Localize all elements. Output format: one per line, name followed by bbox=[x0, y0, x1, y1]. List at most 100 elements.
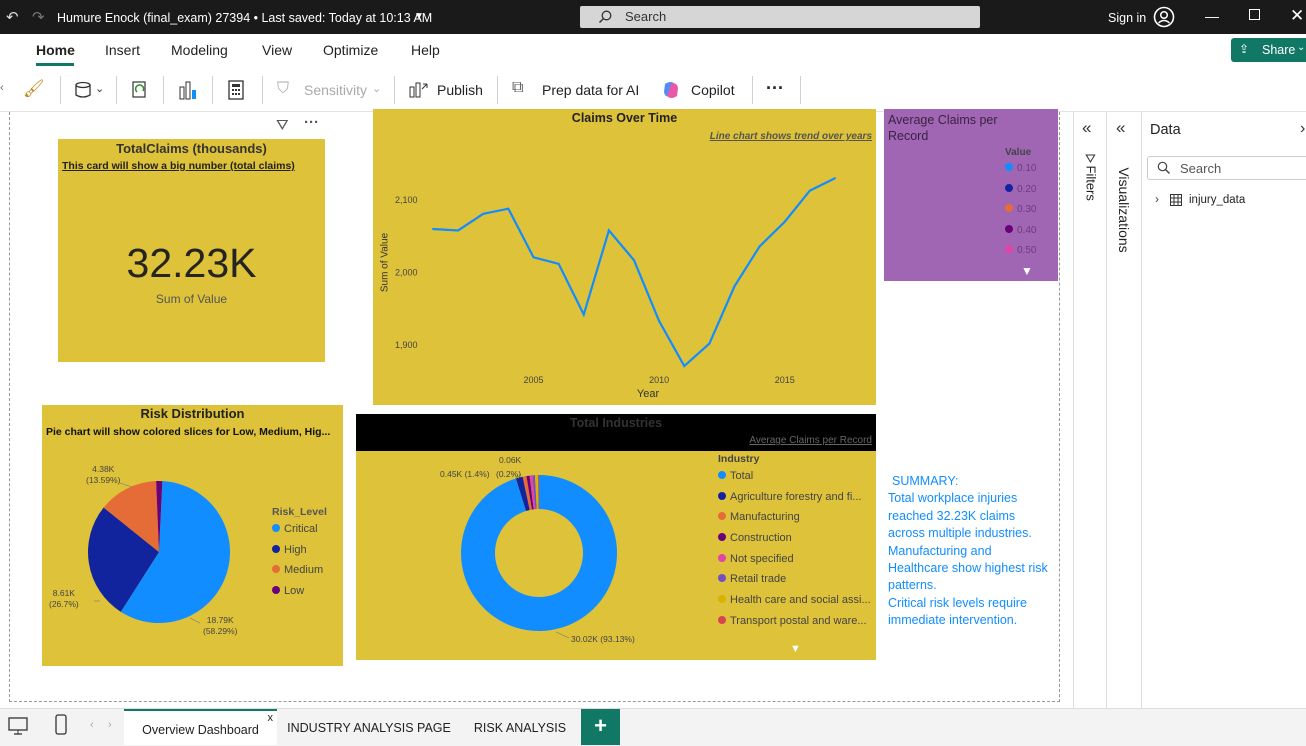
share-button[interactable]: ⇪ Share ⌄ bbox=[1231, 38, 1306, 62]
donut-label-small3: 0.06K bbox=[499, 455, 522, 465]
publish-button[interactable]: Publish bbox=[437, 82, 483, 98]
risk-distribution-chart[interactable]: Risk Distribution Pie chart will show co… bbox=[42, 405, 343, 666]
close-tab-icon[interactable]: x bbox=[268, 712, 274, 724]
avg-legend-label: 0.20 bbox=[1017, 183, 1037, 195]
refresh-icon[interactable] bbox=[130, 80, 150, 100]
collapse-viz-icon[interactable]: « bbox=[1116, 118, 1125, 138]
copilot-button[interactable]: Copilot bbox=[691, 82, 735, 98]
redo-icon[interactable]: ↷ bbox=[32, 8, 45, 26]
legend-item[interactable]: Health care and social assi... bbox=[718, 594, 871, 615]
ribbon-left-chevron-icon[interactable]: ‹ bbox=[0, 82, 4, 94]
avg-legend-item[interactable]: 0.30 bbox=[1005, 204, 1036, 225]
menu-home[interactable]: Home bbox=[36, 42, 75, 58]
prep-data-icon[interactable]: ⧉ bbox=[512, 79, 523, 97]
legend-item[interactable]: Low bbox=[272, 585, 323, 606]
search-box[interactable]: Search bbox=[580, 6, 980, 28]
legend-item[interactable]: Not specified bbox=[718, 553, 871, 574]
new-visual-icon[interactable] bbox=[178, 79, 198, 101]
prep-data-ai-button[interactable]: Prep data for AI bbox=[542, 82, 639, 98]
avg-legend-item[interactable]: 0.20 bbox=[1005, 183, 1037, 205]
line-data-point bbox=[783, 220, 786, 223]
legend-item[interactable]: Manufacturing bbox=[718, 511, 871, 532]
legend-label: Medium bbox=[284, 564, 324, 576]
minimize-icon[interactable]: — bbox=[1205, 8, 1219, 24]
claims-over-time-chart[interactable]: Claims Over Time Line chart shows trend … bbox=[373, 109, 876, 405]
copilot-icon[interactable] bbox=[661, 80, 681, 100]
avg-legend-label: 0.50 bbox=[1017, 245, 1037, 256]
add-page-button[interactable]: + bbox=[581, 709, 620, 745]
x-tick-label: 2015 bbox=[775, 375, 795, 385]
legend-label: Construction bbox=[730, 532, 792, 545]
menu-insert[interactable]: Insert bbox=[105, 42, 140, 58]
calculator-icon[interactable] bbox=[228, 80, 244, 100]
desktop-view-icon[interactable] bbox=[8, 717, 28, 735]
total-industries-chart[interactable]: Total Industries Average Claims per Reco… bbox=[356, 414, 876, 660]
expand-table-chevron-icon[interactable]: › bbox=[1155, 192, 1159, 206]
close-data-pane-icon[interactable]: › bbox=[1300, 120, 1305, 138]
donut-label-small1: 0.45K (1.4%) bbox=[440, 469, 490, 479]
total-claims-card[interactable]: TotalClaims (thousands) This card will s… bbox=[58, 139, 325, 362]
prev-page-icon[interactable]: ‹ bbox=[90, 719, 94, 731]
data-pane[interactable]: Data › Search › injury_data bbox=[1141, 112, 1306, 708]
separator bbox=[752, 76, 753, 104]
avg-legend-item[interactable]: 0.50 bbox=[1005, 245, 1036, 266]
donut-label-small2: (0.2%) bbox=[496, 469, 522, 479]
sensitivity-icon: ⛉ bbox=[277, 80, 290, 97]
summary-line: SUMMARY: bbox=[892, 474, 959, 488]
donut-legend-title: Industry bbox=[718, 453, 760, 465]
sign-in-link[interactable]: Sign in bbox=[1108, 11, 1146, 25]
medium-value: 4.38K bbox=[92, 464, 115, 474]
filters-pane[interactable]: « ⛛ Filters bbox=[1073, 112, 1106, 708]
close-icon[interactable]: ✕ bbox=[1290, 6, 1304, 26]
legend-item[interactable]: High bbox=[272, 544, 323, 565]
legend-item[interactable]: Total bbox=[718, 470, 871, 491]
legend-item[interactable]: Retail trade bbox=[718, 573, 871, 594]
legend-item[interactable]: Construction bbox=[718, 532, 871, 553]
menu-modeling[interactable]: Modeling bbox=[171, 42, 228, 58]
filter-icon[interactable]: ⛛ bbox=[276, 117, 289, 134]
legend-dot-icon bbox=[272, 565, 280, 573]
maximize-icon[interactable] bbox=[1249, 9, 1260, 20]
get-data-icon[interactable] bbox=[73, 80, 93, 100]
get-data-chevron-icon[interactable]: ⌄ bbox=[95, 82, 104, 95]
title-dropdown-icon[interactable]: ▼ bbox=[414, 11, 424, 22]
avg-legend-item[interactable]: 0.40 bbox=[1005, 224, 1036, 246]
menu-optimize[interactable]: Optimize bbox=[323, 42, 378, 58]
legend-dot-icon bbox=[718, 595, 726, 604]
donut-slice[interactable] bbox=[461, 475, 617, 631]
avg-legend-item[interactable]: 0.10 bbox=[1005, 163, 1036, 184]
summary-line: Critical risk levels require bbox=[888, 595, 1027, 610]
visual-more-options-icon[interactable]: ··· bbox=[304, 114, 319, 131]
next-page-icon[interactable]: › bbox=[108, 719, 112, 731]
collapse-filters-icon[interactable]: « bbox=[1082, 118, 1091, 138]
undo-icon[interactable]: ↶ bbox=[6, 8, 19, 26]
account-icon[interactable] bbox=[1153, 6, 1175, 28]
home-tab-underline bbox=[36, 63, 74, 66]
legend-item[interactable]: Agriculture forestry and fi... bbox=[718, 491, 871, 512]
more-options-button[interactable]: ··· bbox=[766, 78, 784, 99]
menu-help[interactable]: Help bbox=[411, 42, 440, 58]
tab-industry-analysis[interactable]: INDUSTRY ANALYSIS PAGE bbox=[280, 709, 458, 745]
legend-item[interactable]: Transport postal and ware... bbox=[718, 615, 871, 636]
tab-risk-analysis[interactable]: RISK ANALYSIS bbox=[461, 709, 579, 745]
summary-text[interactable]: SUMMARY: Total workplace injuries reache… bbox=[888, 473, 1060, 630]
legend-dot-icon bbox=[718, 491, 726, 500]
high-value: 8.61K bbox=[52, 588, 75, 598]
legend-item[interactable]: Critical bbox=[272, 523, 323, 544]
tab-overview-dashboard[interactable]: Overview Dashboard x bbox=[124, 709, 277, 745]
menu-view[interactable]: View bbox=[262, 42, 292, 58]
visualizations-pane[interactable]: « Visualizations bbox=[1106, 112, 1141, 708]
separator bbox=[394, 76, 395, 104]
scroll-down-icon[interactable]: ▼ bbox=[1021, 264, 1033, 278]
share-chevron-icon: ⌄ bbox=[1297, 42, 1306, 53]
data-search-placeholder: Search bbox=[1180, 161, 1222, 176]
summary-line: Total workplace injuries bbox=[888, 491, 1018, 506]
mobile-view-icon[interactable] bbox=[55, 714, 67, 736]
data-search-input[interactable]: Search bbox=[1147, 156, 1306, 180]
format-painter-icon[interactable]: 🖌 bbox=[23, 79, 45, 99]
scroll-down-icon[interactable]: ▼ bbox=[790, 643, 801, 655]
avg-claims-card[interactable]: Average Claims per Record Value 0.10 0.20… bbox=[884, 109, 1058, 281]
publish-icon[interactable] bbox=[408, 79, 428, 99]
table-injury-data[interactable]: injury_data bbox=[1189, 194, 1245, 206]
legend-item[interactable]: Medium bbox=[272, 564, 323, 585]
